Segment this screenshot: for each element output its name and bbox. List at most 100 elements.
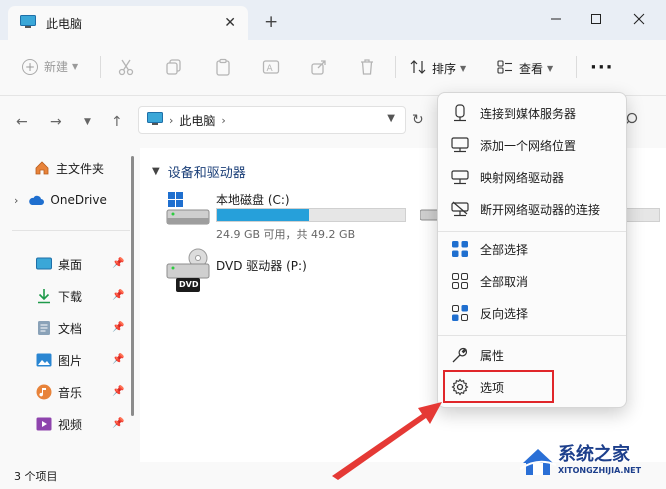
sidebar-item-onedrive[interactable]: › OneDrive [14,188,107,212]
menu-item-map-network-drive[interactable]: 映射网络驱动器 [444,163,622,191]
up-icon[interactable]: ↑ [111,114,123,130]
chevron-right-icon[interactable]: › [221,114,225,127]
sidebar-item-home[interactable]: 主文件夹 [34,156,104,180]
menu-item-label: 连接到媒体服务器 [480,106,577,121]
delete-icon[interactable] [358,58,378,78]
select-all-icon [450,239,470,259]
sidebar-item-label: OneDrive [50,193,107,207]
tab-this-pc[interactable]: 此电脑 ✕ [8,6,248,40]
group-header[interactable]: ▼ 设备和驱动器 [152,162,246,181]
toolbar-divider [395,56,396,78]
new-button[interactable]: + 新建 ▼ [22,58,78,75]
menu-item-label: 映射网络驱动器 [480,170,565,185]
new-icon: + [22,58,38,75]
pin-icon[interactable]: 📌 [112,322,124,333]
sidebar-item-videos[interactable]: 视频 [36,412,82,436]
video-icon [36,416,52,432]
menu-item-label: 添加一个网络位置 [480,138,577,153]
command-bar: + 新建 ▼ A 排序 ▼ 查看 ▼ ··· [0,40,666,96]
share-icon[interactable] [310,58,330,78]
document-icon [36,320,52,336]
chevron-right-icon[interactable]: › [14,194,18,207]
close-window-button[interactable] [628,8,650,30]
sidebar-item-label: 图片 [58,353,83,368]
forward-icon[interactable]: → [50,114,62,130]
computer-icon [147,111,163,129]
drive-usage-bar [216,208,406,222]
view-icon [497,59,513,78]
menu-item-label: 属性 [480,348,505,363]
menu-item-select-all[interactable]: 全部选择 [444,235,622,263]
cut-icon[interactable] [117,58,137,78]
new-tab-button[interactable]: + [264,12,278,32]
close-tab-icon[interactable]: ✕ [224,15,236,31]
navigation-pane: 主文件夹 › OneDrive 桌面 📌 下载 📌 文档 📌 图片 📌 音乐 📌… [0,148,140,462]
watermark-url: XITONGZHIJIA.NET [558,466,642,475]
recent-chevron-icon[interactable]: ▼ [84,117,91,127]
tab-title: 此电脑 [46,16,83,31]
more-options-button[interactable]: ··· [590,57,614,78]
wrench-icon [450,345,470,365]
drive-free-space: 24.9 GB 可用，共 49.2 GB [216,228,356,241]
menu-item-add-network-location[interactable]: 添加一个网络位置 [444,131,622,159]
address-history-chevron-icon[interactable]: ▼ [387,113,395,124]
copy-icon[interactable] [165,58,185,78]
pin-icon[interactable]: 📌 [112,258,124,269]
menu-item-disconnect-network-drive[interactable]: 断开网络驱动器的连接 [444,195,622,223]
sidebar-item-desktop[interactable]: 桌面 [36,252,82,276]
options-highlight-box [443,370,554,403]
sidebar-item-label: 文档 [58,321,83,336]
sidebar-item-documents[interactable]: 文档 [36,316,82,340]
pin-icon[interactable]: 📌 [112,386,124,397]
item-count: 3 个项目 [14,470,58,483]
sidebar-divider [12,230,130,231]
menu-item-properties[interactable]: 属性 [444,341,622,369]
music-icon [36,384,52,400]
sidebar-item-label: 桌面 [58,257,83,272]
sidebar-item-label: 视频 [58,417,83,432]
menu-item-label: 反向选择 [480,306,529,321]
drive-dvd[interactable]: DVD DVD 驱动器 (P:) [166,248,366,296]
chevron-down-icon: ▼ [72,62,79,71]
minimize-button[interactable] [545,8,567,30]
address-bar[interactable]: › 此电脑 › ▼ [138,106,406,134]
maximize-button[interactable] [585,8,607,30]
dvd-badge: DVD [179,280,199,289]
pin-icon[interactable]: 📌 [112,418,124,429]
back-icon[interactable]: ← [16,114,28,130]
rename-icon[interactable]: A [262,58,282,78]
menu-divider [438,231,626,232]
toolbar-divider [100,56,101,78]
invert-selection-icon [450,303,470,323]
disconnect-drive-icon [450,199,470,219]
drive-name: 本地磁盘 (C:) [216,193,290,207]
menu-item-connect-media-server[interactable]: 连接到媒体服务器 [444,99,622,127]
refresh-icon[interactable]: ↻ [412,112,424,128]
view-button[interactable]: 查看 ▼ [497,59,553,78]
sidebar-item-label: 主文件夹 [56,161,105,176]
sort-button[interactable]: 排序 ▼ [410,59,466,78]
menu-item-label: 断开网络驱动器的连接 [480,202,601,217]
drive-usage-fill [217,209,310,221]
sidebar-scrollbar[interactable] [131,156,134,416]
download-icon [36,288,52,304]
chevron-right-icon: › [169,113,174,127]
cloud-icon [28,192,45,208]
watermark-emblem-icon [520,449,556,475]
pin-icon[interactable]: 📌 [112,354,124,365]
drive-name: DVD 驱动器 (P:) [216,259,307,273]
svg-text:A: A [267,64,274,74]
new-label: 新建 [44,60,69,74]
sidebar-item-pictures[interactable]: 图片 [36,348,82,372]
sidebar-item-music[interactable]: 音乐 [36,380,82,404]
address-path[interactable]: 此电脑 [179,112,215,129]
watermark-title: 系统之家 [558,444,630,465]
paste-icon[interactable] [214,58,234,78]
menu-item-label: 全部选择 [480,242,529,257]
pin-icon[interactable]: 📌 [112,290,124,301]
menu-item-label: 全部取消 [480,274,529,289]
menu-item-select-none[interactable]: 全部取消 [444,267,622,295]
menu-item-invert-selection[interactable]: 反向选择 [444,299,622,327]
sidebar-item-downloads[interactable]: 下载 [36,284,82,308]
drive-c[interactable]: 本地磁盘 (C:) 24.9 GB 可用，共 49.2 GB [166,190,436,241]
